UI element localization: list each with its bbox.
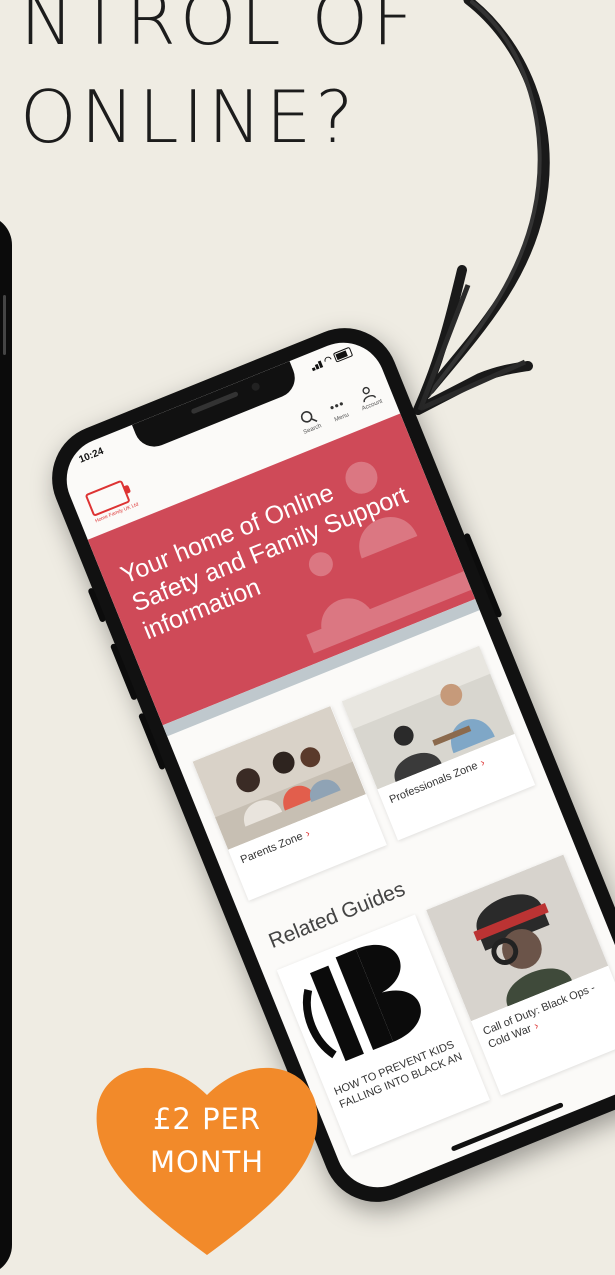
status-icons: ◠ (309, 346, 354, 372)
search-button[interactable]: Search (296, 406, 323, 436)
headline: NTROL OF ONLINE? (20, 0, 418, 166)
price-text: £2 PER MONTH (92, 1098, 322, 1184)
signal-icon (310, 359, 324, 371)
chevron-right-icon: › (303, 827, 312, 840)
background-phone-edge (0, 215, 12, 1275)
price-line-1: £2 PER (152, 1102, 262, 1136)
headline-line-2: ONLINE? (20, 75, 358, 159)
headline-line-1: NTROL OF (20, 0, 418, 61)
logo[interactable]: Home Family UK Ltd (84, 477, 139, 524)
menu-button[interactable]: Menu (327, 395, 351, 423)
wifi-icon: ◠ (322, 353, 334, 366)
guide-cards: HOW TO PREVENT KIDS FALLING INTO BLACK A… (276, 854, 615, 1156)
battery-icon (332, 346, 354, 363)
status-time: 10:24 (77, 445, 106, 466)
camera (249, 381, 261, 393)
chevron-right-icon: › (478, 756, 487, 770)
price-line-2: MONTH (149, 1145, 265, 1179)
chevron-right-icon: › (532, 1019, 541, 1033)
account-button[interactable]: Account (354, 382, 383, 412)
